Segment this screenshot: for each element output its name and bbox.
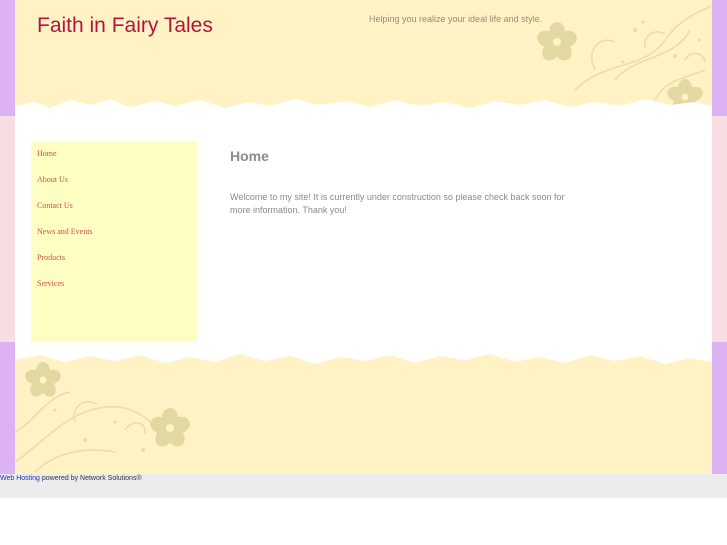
site-title[interactable]: Faith in Fairy Tales	[37, 14, 213, 38]
page-body-text: Welcome to my site! It is currently unde…	[230, 192, 565, 215]
sidebar-item-label[interactable]: News and Events	[37, 227, 93, 236]
sidebar-item-services[interactable]: Services	[35, 271, 181, 298]
flower-icon	[150, 408, 190, 447]
page-title: Home	[230, 148, 269, 164]
sidebar-item-label[interactable]: Contact Us	[37, 201, 73, 210]
flower-icon	[537, 22, 577, 61]
sidebar-item-label[interactable]: Services	[37, 279, 64, 288]
sidebar-navigation: Home About Us Contact Us News and Events…	[31, 141, 197, 342]
sidebar-item-news-and-events[interactable]: News and Events	[35, 219, 181, 246]
sidebar-item-products[interactable]: Products	[35, 245, 181, 272]
footer-credit: Web Hosting powered by Network Solutions…	[0, 475, 142, 482]
sidebar-item-label[interactable]: Home	[37, 149, 57, 158]
header-torn-edge	[15, 99, 712, 120]
sidebar-item-home[interactable]: Home	[35, 141, 181, 168]
footer-torn-edge	[15, 344, 712, 364]
footer-credit-suffix: powered by Network Solutions®	[39, 475, 142, 482]
page-container: Faith in Fairy Tales Helping you realize…	[15, 0, 712, 474]
sidebar-item-label[interactable]: About Us	[37, 175, 68, 184]
sidebar-item-about-us[interactable]: About Us	[35, 167, 181, 194]
sidebar-item-contact-us[interactable]: Contact Us	[35, 193, 181, 220]
sidebar-item-label[interactable]: Products	[37, 253, 65, 262]
site-tagline: Helping you realize your ideal life and …	[369, 14, 543, 24]
web-hosting-link[interactable]: Web Hosting	[0, 475, 40, 482]
